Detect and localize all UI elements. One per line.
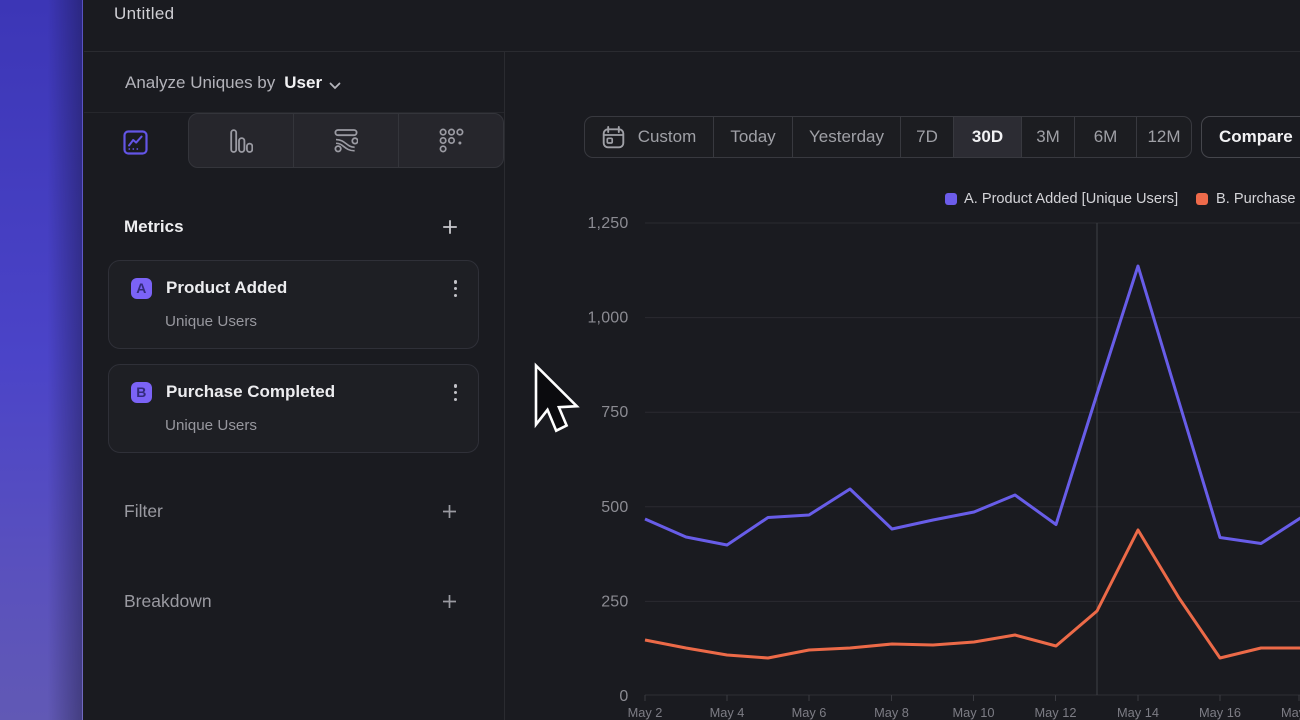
svg-text:May 4: May 4 — [710, 705, 745, 720]
svg-text:250: 250 — [601, 593, 628, 610]
svg-text:1,250: 1,250 — [587, 215, 628, 232]
svg-text:May 12: May 12 — [1035, 705, 1077, 720]
svg-text:May 2: May 2 — [628, 705, 663, 720]
svg-text:May 16: May 16 — [1199, 705, 1241, 720]
svg-text:May 8: May 8 — [874, 705, 909, 720]
svg-text:May 10: May 10 — [953, 705, 995, 720]
svg-text:0: 0 — [619, 688, 628, 705]
svg-text:May 6: May 6 — [792, 705, 827, 720]
svg-text:1,000: 1,000 — [587, 310, 628, 327]
svg-text:500: 500 — [601, 499, 628, 516]
svg-text:750: 750 — [601, 404, 628, 421]
svg-text:May 14: May 14 — [1117, 705, 1159, 720]
svg-text:May 18: May 18 — [1281, 705, 1300, 720]
